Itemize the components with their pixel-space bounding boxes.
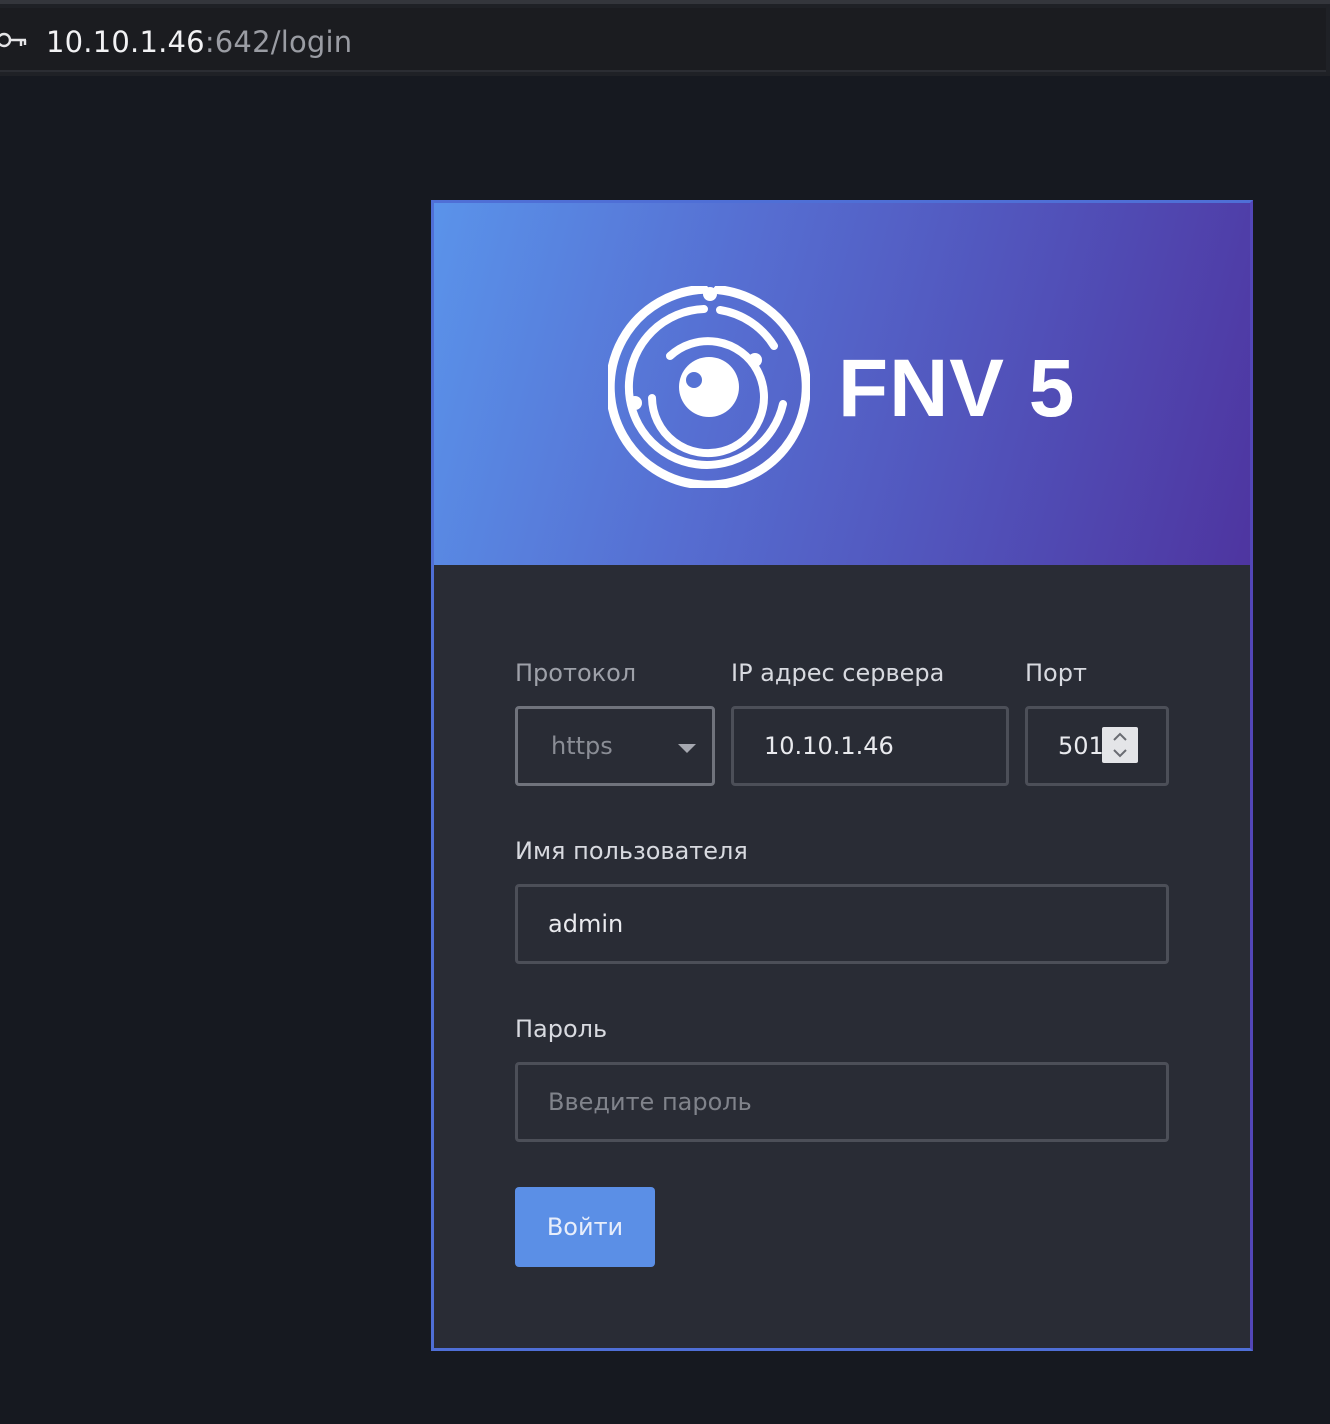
- login-button[interactable]: Войти: [515, 1187, 655, 1267]
- brand-header: FNV 5: [434, 203, 1250, 565]
- password-placeholder: Введите пароль: [548, 1088, 752, 1116]
- browser-address-bar: 10.10.1.46:642/login: [0, 0, 1330, 76]
- port-input[interactable]: 501: [1025, 706, 1169, 786]
- server-ip-value: 10.10.1.46: [764, 732, 894, 760]
- username-value: admin: [548, 910, 624, 938]
- port-label: Порт: [1025, 659, 1087, 687]
- login-card: FNV 5 Протокол IP адрес сервера Порт htt…: [431, 200, 1253, 1351]
- protocol-select-value: https: [551, 732, 613, 760]
- url-host: 10.10.1.46: [46, 25, 205, 59]
- protocol-select[interactable]: https: [515, 706, 715, 786]
- username-input[interactable]: admin: [515, 884, 1169, 964]
- key-icon[interactable]: [0, 28, 28, 52]
- password-input[interactable]: Введите пароль: [515, 1062, 1169, 1142]
- brand-title: FNV 5: [838, 343, 1076, 434]
- port-spinner-icon[interactable]: [1102, 727, 1138, 763]
- fnv-eye-logo-icon: [608, 286, 810, 488]
- port-value: 501: [1058, 732, 1104, 760]
- protocol-label: Протокол: [515, 659, 637, 687]
- username-label: Имя пользователя: [515, 837, 748, 865]
- address-bar-inner: 10.10.1.46:642/login: [0, 8, 1326, 72]
- url-path: :642/login: [204, 25, 353, 59]
- server-ip-label: IP адрес сервера: [731, 659, 945, 687]
- chevron-down-icon: [678, 744, 696, 753]
- password-label: Пароль: [515, 1015, 608, 1043]
- server-ip-input[interactable]: 10.10.1.46: [731, 706, 1009, 786]
- address-url[interactable]: 10.10.1.46:642/login: [46, 24, 352, 60]
